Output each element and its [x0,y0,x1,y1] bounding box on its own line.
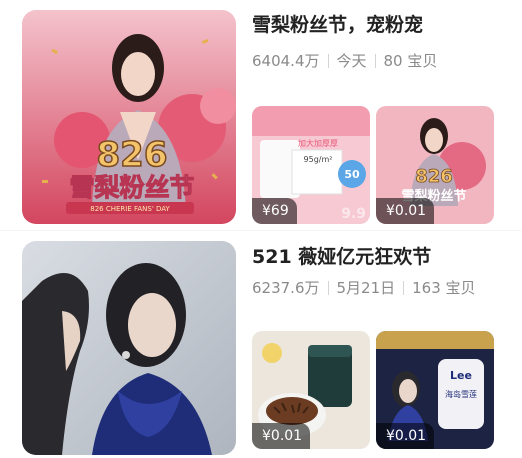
price-tag: ¥0.01 [252,423,311,449]
ghost-price: 9.9 [341,206,366,222]
live-stats: 6237.6万 5月21日 163 宝贝 [252,277,476,298]
price-tag: ¥69 [252,198,297,224]
thumb-text: 50 [344,168,360,181]
product-thumbnail[interactable]: 826 雪梨粉丝节 ¥0.01 [376,106,494,224]
live-date: 今天 [336,52,367,70]
live-title[interactable]: 521 薇娅亿元狂欢节 [252,242,431,269]
live-item-card[interactable]: 826 雪梨粉丝节 826 CHERIE FANS' DAY 雪梨粉丝节，宠粉宠… [0,0,522,230]
product-count: 80 宝贝 [383,52,438,70]
divider [327,53,329,68]
live-cover-image[interactable]: 826 雪梨粉丝节 826 CHERIE FANS' DAY [22,10,236,224]
thumb-text: 95g/m² [304,155,333,164]
divider [403,280,405,295]
thumb-text: 加大加厚厚 [298,138,338,148]
live-stats: 6404.4万 今天 80 宝贝 [252,50,437,71]
thumb-text: 826 [415,166,453,187]
thumb-text: 海岛雪莲 [445,389,477,399]
product-count: 163 宝贝 [412,279,476,297]
view-count: 6237.6万 [252,279,320,297]
live-title[interactable]: 雪梨粉丝节，宠粉宠 [252,10,423,37]
view-count: 6404.4万 [252,52,320,70]
divider [327,280,329,295]
price-tag: ¥0.01 [376,198,435,224]
price-tag: ¥0.01 [376,423,435,449]
live-cover-image[interactable] [22,241,236,455]
product-thumbnail[interactable]: 加大加厚厚 95g/m² 50 9.9 ¥69 [252,106,370,224]
product-thumbnail[interactable]: ¥0.01 [252,331,370,449]
thumb-text: Lee [450,369,472,382]
live-date: 5月21日 [336,279,396,297]
cover-subtitle: 826 CHERIE FANS' DAY [90,205,170,213]
product-thumbnail[interactable]: Lee 海岛雪莲 ¥0.01 [376,331,494,449]
live-item-card[interactable]: 521 薇娅亿元狂欢节 6237.6万 5月21日 163 宝贝 ¥0.01 L… [0,231,522,458]
cover-number: 826 [97,135,168,175]
divider [374,53,376,68]
cover-title: 雪梨粉丝节 [69,173,194,202]
